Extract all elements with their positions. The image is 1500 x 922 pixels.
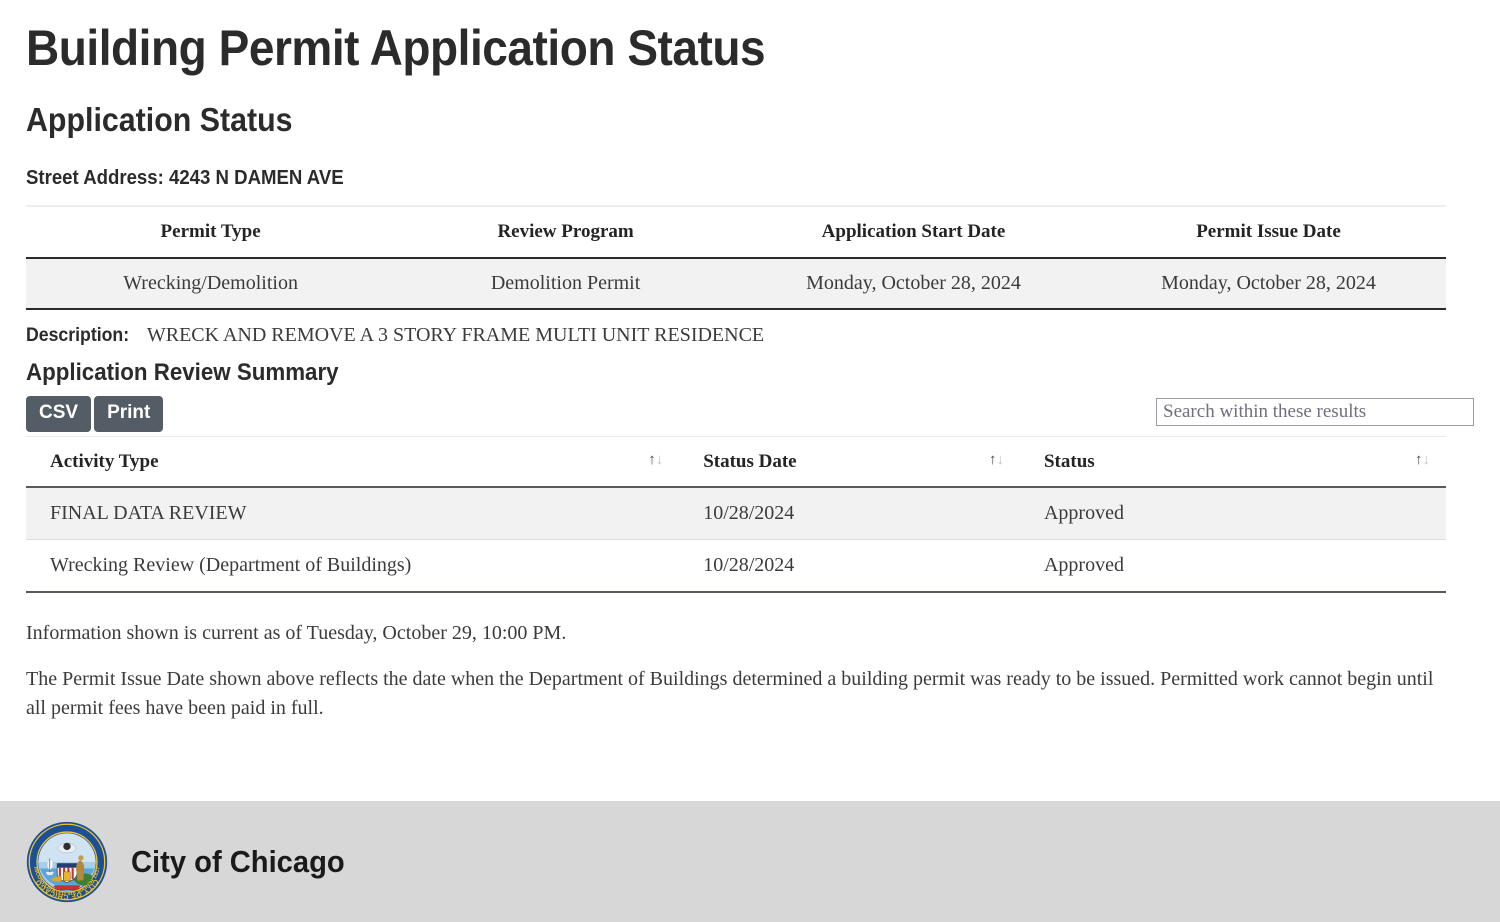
description-label: Description: <box>26 324 130 346</box>
sort-descending-arrow-icon: ↓ <box>996 452 1004 469</box>
sort-icon[interactable]: ↑↓ <box>1415 453 1430 468</box>
page-footer: CITY OF CHICAGO INCORPORATED 4th MARCH 1… <box>0 801 1500 922</box>
cell-permit-type: Wrecking/Demolition <box>26 257 396 310</box>
cell-permit-issue-date: Monday, October 28, 2024 <box>1090 257 1446 310</box>
permit-status-page: Building Permit Application Status Appli… <box>0 0 1500 922</box>
column-header-permit-type: Permit Type <box>26 204 396 259</box>
table-row: FINAL DATA REVIEW 10/28/2024 Approved <box>26 486 1446 540</box>
permit-summary-table: Permit Type Review Program Application S… <box>26 204 1446 310</box>
permit-table-body: Wrecking/Demolition Demolition Permit Mo… <box>26 257 1446 310</box>
sort-descending-arrow-icon: ↓ <box>655 452 664 469</box>
permit-table-header-row: Permit Type Review Program Application S… <box>26 204 1446 259</box>
cell-status: Approved <box>1019 539 1446 593</box>
city-of-chicago-seal-icon: CITY OF CHICAGO INCORPORATED 4th MARCH 1… <box>26 821 108 903</box>
application-review-table: Activity Type ↑↓ Status Date ↑↓ Status ↑… <box>26 435 1446 593</box>
table-row: Wrecking Review (Department of Buildings… <box>26 539 1446 593</box>
cell-status-date: 10/28/2024 <box>679 539 1020 593</box>
cell-activity-type: FINAL DATA REVIEW <box>26 486 680 540</box>
note-permit-issue-date: The Permit Issue Date shown above reflec… <box>26 667 1434 719</box>
csv-button[interactable]: CSV <box>26 395 92 432</box>
column-header-status-label: Status <box>1043 450 1095 472</box>
note-current-as-of: Information shown is current as of Tuesd… <box>26 621 567 644</box>
cell-application-start-date: Monday, October 28, 2024 <box>735 257 1091 310</box>
review-table-body: FINAL DATA REVIEW 10/28/2024 Approved Wr… <box>26 486 1446 593</box>
print-button[interactable]: Print <box>94 395 164 432</box>
column-header-permit-issue-date: Permit Issue Date <box>1090 204 1446 259</box>
column-header-activity-type-label: Activity Type <box>50 450 159 472</box>
description-row: Description: WRECK AND REMOVE A 3 STORY … <box>26 324 1474 347</box>
column-header-status-date[interactable]: Status Date ↑↓ <box>679 435 1020 488</box>
sort-icon[interactable]: ↑↓ <box>648 453 663 468</box>
street-address: Street Address: 4243 N DAMEN AVE <box>26 166 344 189</box>
sort-ascending-arrow-icon: ↑ <box>1415 452 1423 469</box>
page-title: Building Permit Application Status <box>26 20 766 76</box>
column-header-status[interactable]: Status ↑↓ <box>1019 435 1446 488</box>
export-button-group: CSV Print <box>26 395 164 432</box>
column-header-activity-type[interactable]: Activity Type ↑↓ <box>26 435 680 488</box>
table-row: Wrecking/Demolition Demolition Permit Mo… <box>26 257 1446 310</box>
section-title-application-status: Application Status <box>26 100 293 138</box>
column-header-review-program: Review Program <box>395 204 736 259</box>
review-table-header-row: Activity Type ↑↓ Status Date ↑↓ Status ↑… <box>26 435 1446 488</box>
subsection-title-review-summary: Application Review Summary <box>26 358 339 386</box>
cell-activity-type: Wrecking Review (Department of Buildings… <box>26 539 680 593</box>
sort-descending-arrow-icon: ↓ <box>1422 452 1431 469</box>
cell-review-program: Demolition Permit <box>395 257 736 310</box>
cell-status: Approved <box>1019 486 1446 540</box>
description-value: WRECK AND REMOVE A 3 STORY FRAME MULTI U… <box>146 323 765 346</box>
footer-title: City of Chicago <box>131 843 345 879</box>
sort-ascending-arrow-icon: ↑ <box>988 452 997 469</box>
cell-status-date: 10/28/2024 <box>679 486 1020 540</box>
sort-icon[interactable]: ↑↓ <box>989 453 1004 468</box>
search-input[interactable] <box>1156 397 1474 426</box>
review-table-head: Activity Type ↑↓ Status Date ↑↓ Status ↑… <box>26 435 1446 488</box>
sort-ascending-arrow-icon: ↑ <box>648 452 656 469</box>
permit-table-head: Permit Type Review Program Application S… <box>26 204 1446 259</box>
main-content: Building Permit Application Status Appli… <box>0 0 1500 723</box>
review-toolbar: CSV Print <box>26 395 1474 436</box>
column-header-status-date-label: Status Date <box>703 450 797 472</box>
column-header-application-start-date: Application Start Date <box>735 204 1091 259</box>
